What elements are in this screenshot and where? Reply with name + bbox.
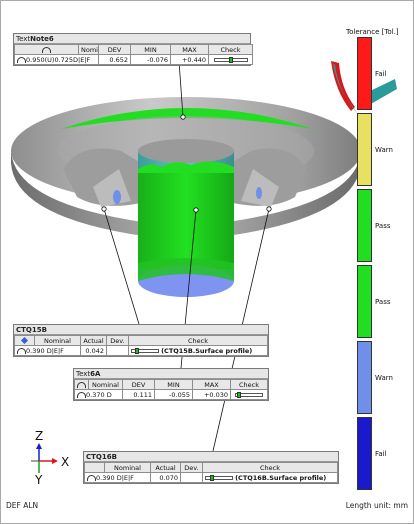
- max-value: +0.030: [192, 389, 231, 400]
- check-indicator: (CTQ16B.Surface profile): [202, 472, 338, 483]
- legend-segment-label: Pass: [375, 297, 391, 306]
- min-value: -0.055: [154, 389, 193, 400]
- dev-value: [180, 472, 203, 483]
- profile-surface-icon: [42, 46, 51, 53]
- length-unit-label: Length unit: mm: [345, 501, 408, 510]
- actual-value: 0.070: [150, 472, 181, 483]
- col-dev: DEV: [98, 44, 131, 55]
- symbol-header: [84, 462, 105, 473]
- annotation-text6a[interactable]: Text6A Nominal DEV MIN MAX Check 0.370 D…: [73, 368, 269, 401]
- legend-segment-label: Warn: [375, 373, 393, 382]
- profile-surface-icon: [17, 347, 26, 354]
- legend-title: Tolerance [Tol.]: [346, 28, 399, 36]
- legend-segment-label: Warn: [375, 145, 393, 154]
- symbol-header: [14, 44, 79, 55]
- check-indicator: [208, 54, 253, 65]
- col-dev: DEV: [122, 379, 155, 390]
- dev-value: [106, 345, 129, 356]
- max-value: +0.440: [170, 54, 209, 65]
- profile-surface-icon: [87, 474, 96, 481]
- nominal-value: 0.950(U)0.725D|E|F: [14, 54, 99, 65]
- axis-y-label: Y: [35, 473, 43, 487]
- part-model[interactable]: [1, 1, 414, 501]
- legend-segment: [357, 265, 372, 338]
- col-check: Check: [128, 335, 268, 346]
- profile-surface-icon: [77, 381, 86, 388]
- annotation-title: TextNote6: [14, 34, 250, 44]
- legend-segment: [357, 37, 372, 110]
- annotation-ctq16b[interactable]: CTQ16B Nominal Actual Dev. Check 0.390 D…: [83, 451, 339, 484]
- col-min: MIN: [154, 379, 193, 390]
- min-value: -0.076: [130, 54, 171, 65]
- legend-segment-label: Fail: [375, 449, 387, 458]
- legend-segment-label: Pass: [375, 221, 391, 230]
- tube: [138, 139, 234, 297]
- col-dev: Dev.: [180, 462, 203, 473]
- alignment-label: DEF ALN: [6, 501, 39, 510]
- annotation-ctq15b[interactable]: CTQ15B Nominal Actual Dev. Check 0.390 D…: [13, 324, 269, 357]
- legend-segment: [357, 341, 372, 414]
- annotation-title: CTQ15B: [14, 325, 268, 335]
- col-nominal: Nominal: [78, 44, 99, 55]
- check-indicator: [230, 389, 268, 400]
- nominal-value: 0.370 D: [74, 389, 123, 400]
- col-max: MAX: [170, 44, 209, 55]
- legend-segment: [357, 417, 372, 490]
- col-nominal: Nominal: [34, 335, 81, 346]
- col-nominal: Nominal: [104, 462, 151, 473]
- axis-z-label: Z: [35, 429, 44, 443]
- dev-value: 0.111: [122, 389, 155, 400]
- col-dev: Dev.: [106, 335, 129, 346]
- col-check: Check: [202, 462, 338, 473]
- 3d-viewport[interactable]: Z X Y TextNote6 Nominal DEV MIN MAX Chec…: [0, 0, 414, 524]
- axis-x-label: X: [61, 455, 70, 469]
- symbol-header: [14, 335, 35, 346]
- col-min: MIN: [130, 44, 171, 55]
- profile-surface-icon: [17, 56, 26, 63]
- legend-segment: [357, 113, 372, 186]
- annotation-note6[interactable]: TextNote6 Nominal DEV MIN MAX Check 0.95…: [13, 33, 253, 66]
- col-check: Check: [208, 44, 253, 55]
- legend-segment: [357, 189, 372, 262]
- axis-triad: [31, 443, 58, 473]
- feature-diamond-icon: [20, 336, 29, 345]
- col-nominal: Nominal: [88, 379, 123, 390]
- annotation-title: CTQ16B: [84, 452, 338, 462]
- actual-value: 0.042: [80, 345, 107, 356]
- col-actual: Actual: [150, 462, 181, 473]
- nominal-value: 0.390 D|E|F: [14, 345, 81, 356]
- nominal-value: 0.390 D|E|F: [84, 472, 151, 483]
- check-indicator: (CTQ15B.Surface profile): [128, 345, 268, 356]
- dev-value: 0.652: [98, 54, 131, 65]
- profile-surface-icon: [77, 391, 86, 398]
- col-max: MAX: [192, 379, 231, 390]
- col-check: Check: [230, 379, 268, 390]
- annotation-title: Text6A: [74, 369, 268, 379]
- col-actual: Actual: [80, 335, 107, 346]
- symbol-header: [74, 379, 89, 390]
- legend-segment-label: Fail: [375, 69, 387, 78]
